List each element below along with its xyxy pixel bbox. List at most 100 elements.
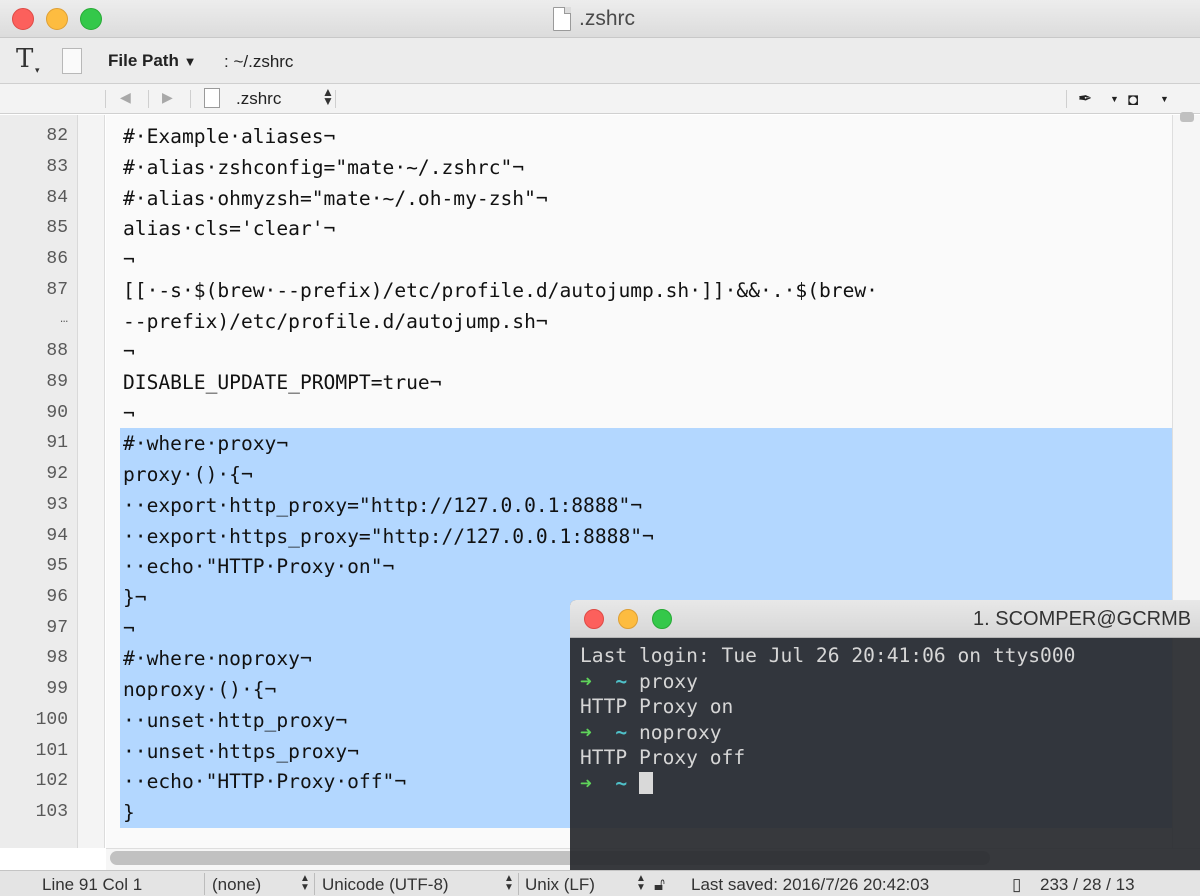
minimize-button[interactable] (618, 609, 638, 629)
prompt-directory: ~ (615, 721, 628, 744)
terminal-line: ➜ ~ proxy (580, 670, 698, 693)
line-number: 89 (46, 372, 68, 392)
prompt-directory: ~ (615, 772, 628, 795)
terminal-output: HTTP Proxy off (580, 746, 746, 769)
file-path-label: File Path (108, 51, 179, 70)
chevron-down-icon: ▼ (183, 54, 197, 69)
forward-icon[interactable]: ▶ (162, 89, 173, 106)
unlock-icon[interactable]: 🔓︎ (654, 875, 665, 895)
code-line[interactable]: #·alias·zshconfig="mate·~/.zshrc"¬ (123, 156, 524, 179)
line-number-gutter: 82 83 84 85 86 87 … 88 89 90 91 92 93 94… (0, 115, 78, 848)
vertical-scroll-thumb[interactable] (1180, 112, 1194, 122)
text-tool-icon[interactable]: T ▾ (16, 44, 40, 76)
terminal-window[interactable]: 1. SCOMPER@GCRMB Last login: Tue Jul 26 … (570, 600, 1200, 870)
document-icon[interactable] (62, 48, 82, 74)
chevron-down-icon: ▾ (35, 66, 40, 76)
updown-icon[interactable]: ▲ ▼ (636, 874, 646, 893)
encoding-selector[interactable]: Unicode (UTF-8) (322, 875, 449, 895)
line-number: 94 (46, 526, 68, 546)
line-number: 88 (46, 341, 68, 361)
divider (190, 90, 191, 108)
code-line[interactable]: ¬ (123, 617, 135, 640)
code-line[interactable]: } (123, 801, 135, 824)
divider (335, 90, 336, 108)
divider (148, 90, 149, 108)
terminal-titlebar: 1. SCOMPER@GCRMB (570, 600, 1200, 638)
line-number: 90 (46, 403, 68, 423)
code-line[interactable]: ··echo·"HTTP·Proxy·off"¬ (123, 770, 406, 793)
wrap-indicator: … (60, 311, 68, 326)
terminal-output: HTTP Proxy on (580, 695, 734, 718)
code-line[interactable]: DISABLE_UPDATE_PROMPT=true¬ (123, 371, 442, 394)
divider (1066, 90, 1067, 108)
code-line[interactable]: ··export·https_proxy="http://127.0.0.1:8… (123, 525, 654, 548)
document-counts: 233 / 28 / 13 (1040, 875, 1135, 894)
code-line[interactable]: ¬ (123, 402, 135, 425)
window-stack-icon[interactable]: ◘ (1128, 90, 1138, 110)
code-line[interactable]: ¬ (123, 340, 135, 363)
terminal-line: Last login: Tue Jul 26 20:41:06 on ttys0… (580, 644, 1076, 667)
prompt-arrow-icon: ➜ (580, 670, 592, 693)
minimize-button[interactable] (46, 8, 68, 30)
line-number: 85 (46, 218, 68, 238)
code-line[interactable]: alias·cls='clear'¬ (123, 217, 335, 240)
line-number: 100 (35, 710, 68, 730)
window-title-text: .zshrc (579, 7, 636, 30)
text-tool-glyph: T (16, 44, 34, 74)
last-saved: Last saved: 2016/7/26 20:42:03 (691, 875, 930, 894)
code-line[interactable]: }¬ (123, 586, 147, 609)
cursor-position[interactable]: Line 91 Col 1 (42, 875, 142, 895)
line-number: 83 (46, 157, 68, 177)
zoom-button[interactable] (652, 609, 672, 629)
status-bar: Line 91 Col 1 (none) ▲ ▼ Unicode (UTF-8) … (0, 870, 1200, 896)
line-number: 103 (35, 802, 68, 822)
pen-icon[interactable]: ✒ (1078, 89, 1092, 109)
code-line[interactable]: noproxy·()·{¬ (123, 678, 276, 701)
updown-icon[interactable]: ▲ ▼ (300, 874, 310, 893)
grammar-selector[interactable]: (none) (212, 875, 261, 895)
fold-column[interactable] (78, 115, 105, 848)
line-number: 95 (46, 556, 68, 576)
document-icon: ▯ (1012, 875, 1022, 894)
code-line[interactable]: ··echo·"HTTP·Proxy·on"¬ (123, 555, 394, 578)
prompt-arrow-icon: ➜ (580, 721, 592, 744)
updown-icon[interactable]: ▲ ▼ (322, 86, 334, 107)
code-line[interactable]: #·where·noproxy¬ (123, 647, 312, 670)
code-line[interactable]: ··unset·https_proxy¬ (123, 740, 359, 763)
code-line[interactable]: proxy·()·{¬ (123, 463, 253, 486)
line-number: 99 (46, 679, 68, 699)
updown-icon[interactable]: ▲ ▼ (504, 874, 514, 893)
code-line[interactable]: #·Example·aliases¬ (123, 125, 335, 148)
code-line[interactable]: ··export·http_proxy="http://127.0.0.1:88… (123, 494, 642, 517)
terminal-command: noproxy (638, 721, 722, 744)
code-line[interactable]: [[·-s·$(brew·--prefix)/etc/profile.d/aut… (123, 279, 878, 302)
line-number: 82 (46, 126, 68, 146)
code-line[interactable]: #·alias·ohmyzsh="mate·~/.oh-my-zsh"¬ (123, 187, 548, 210)
chevron-down-icon[interactable]: ▼ (1110, 94, 1119, 104)
terminal-prompt[interactable]: ➜ ~ (580, 772, 653, 795)
file-path-value: : ~/.zshrc (224, 52, 294, 71)
code-line[interactable]: ¬ (123, 248, 135, 271)
line-number: 101 (35, 741, 68, 761)
window-titlebar: .zshrc (0, 0, 1200, 38)
back-icon[interactable]: ◀ (120, 89, 131, 106)
code-line[interactable]: ··unset·http_proxy¬ (123, 709, 347, 732)
line-number: 84 (46, 188, 68, 208)
code-line[interactable]: --prefix)/etc/profile.d/autojump.sh¬ (123, 310, 548, 333)
file-path-dropdown[interactable]: File Path ▼ (108, 51, 196, 71)
line-number: 98 (46, 648, 68, 668)
line-number: 87 (46, 280, 68, 300)
code-line[interactable]: #·where·proxy¬ (123, 432, 288, 455)
line-number: 92 (46, 464, 68, 484)
divider (204, 873, 205, 895)
close-button[interactable] (584, 609, 604, 629)
close-button[interactable] (12, 8, 34, 30)
line-endings-selector[interactable]: Unix (LF) (525, 875, 595, 895)
divider (518, 873, 519, 895)
terminal-command: proxy (638, 670, 698, 693)
line-number: 97 (46, 618, 68, 638)
line-number: 96 (46, 587, 68, 607)
file-selector[interactable]: .zshrc (236, 89, 281, 109)
zoom-button[interactable] (80, 8, 102, 30)
chevron-down-icon[interactable]: ▼ (1160, 94, 1169, 104)
